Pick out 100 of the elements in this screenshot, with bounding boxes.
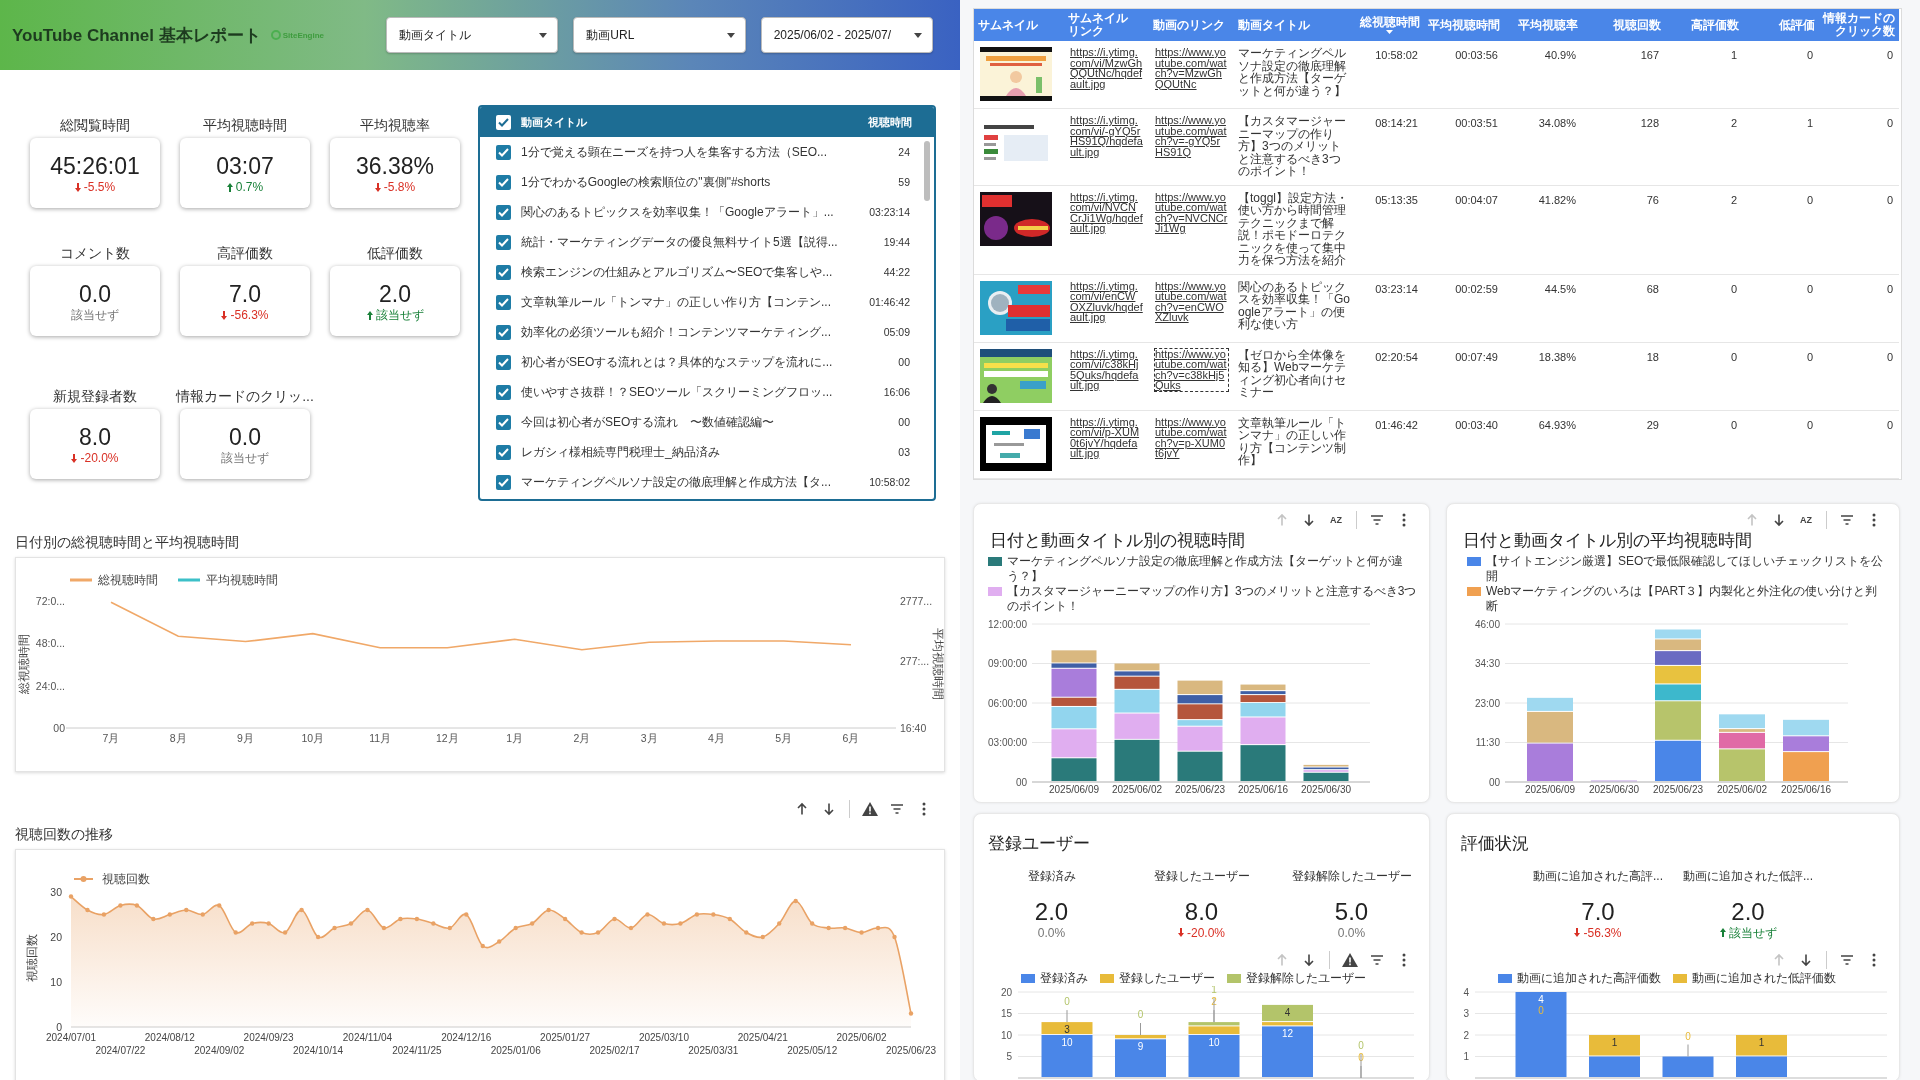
axis-label: 2025/06/30 [1588, 783, 1640, 795]
link[interactable]: https://i.ytimg.com/vi/MzwGhQQUtNc/hqdefault.jpg [1070, 47, 1143, 89]
data-point [200, 912, 205, 917]
link[interactable]: https://i.ytimg.com/vi/enCWOXZluvk/hqdefault.jpg [1070, 280, 1143, 323]
link[interactable]: https://www.youtube.com/watch?v=c38kHj5Quks [1155, 348, 1228, 391]
axis-label: 46:00 [1474, 618, 1500, 629]
checkbox[interactable] [496, 264, 511, 280]
column-header[interactable]: 情報カードのクリック数 [1819, 9, 1899, 41]
data-point [678, 921, 683, 926]
data-label: 1 [1211, 985, 1217, 995]
video-title[interactable]: 検索エンジンの仕組みとアルゴリズム〜SEOで集客しや... [521, 263, 884, 281]
checkbox[interactable] [496, 204, 511, 220]
data-label: 0 [1538, 1004, 1544, 1016]
video-title[interactable]: 今回は初心者がSEOする流れ 〜数値確認編〜 [521, 413, 899, 431]
data-label: 10 [1208, 1036, 1220, 1048]
table-cell: 68 [1582, 274, 1665, 342]
arrow-up-icon [1275, 512, 1289, 527]
link[interactable]: https://www.youtube.com/watch?v=NVCNCrJi1Wg [1155, 191, 1228, 234]
sort-button[interactable]: AZ [1795, 508, 1817, 531]
column-header[interactable]: 総視聴時間 [1354, 9, 1424, 41]
data-point [365, 907, 370, 913]
link[interactable]: https://www.youtube.com/watch?v=-gYQ5rHS91Q [1155, 115, 1228, 157]
data-point [842, 925, 848, 931]
arrow-up-icon [1719, 928, 1726, 937]
watch-time: 00 [898, 416, 910, 428]
axis-label: 34:30 [1474, 657, 1500, 669]
column-header[interactable]: 視聴回数 [1582, 9, 1665, 41]
video-title[interactable]: 使いやすさ抜群！？SEOツール「スクリーミングフロッ... [521, 383, 884, 401]
logo-icon [270, 30, 281, 40]
link[interactable]: https://i.ytimg.com/vi/c38kHj5Quks/hqdefault.jpg [1070, 348, 1143, 391]
axis-label: 2024/09/02 [194, 1045, 245, 1056]
scorecard-label: 登録したユーザー [1153, 867, 1250, 884]
data-point [892, 934, 897, 940]
checkbox[interactable] [496, 354, 511, 370]
axis-label: 2025/01/27 [540, 1032, 591, 1043]
scrollbar[interactable] [924, 141, 930, 201]
video-title[interactable]: 効率化の必須ツールも紹介！コンテンツマーケティング... [521, 323, 884, 341]
link[interactable]: https://www.youtube.com/watch?v=MzwGhQQUtNc [1155, 47, 1228, 89]
axis-label: 12:00:00 [988, 618, 1027, 629]
checkbox[interactable] [496, 444, 511, 460]
video-title[interactable]: マーケティングペルソナ設定の徹底理解と作成方法【タ... [521, 473, 870, 491]
link[interactable]: https://i.ytimg.com/vi/-gYQ5rHS91Q/hqdefault.jpg [1070, 115, 1143, 157]
column-header[interactable]: 低評価 [1743, 9, 1819, 41]
column-header[interactable]: サムネイル [974, 9, 1064, 41]
video-title[interactable]: 関心のあるトピックスを効率収集！「Googleアラート」... [521, 203, 870, 221]
sort-button[interactable]: AZ [1325, 508, 1347, 531]
checkbox[interactable] [496, 174, 511, 190]
video-title[interactable]: 初心者がSEOする流れとは？具体的なステップを流れに... [521, 353, 899, 371]
checkbox[interactable] [496, 294, 511, 310]
logo-text: SiteEngine [282, 30, 325, 40]
table-cell: 18.38% [1504, 342, 1582, 410]
checkbox[interactable] [496, 114, 511, 130]
change-value: 該当せず [1728, 925, 1777, 940]
axis-label: 2025/04/21 [737, 1032, 788, 1043]
axis-label: 2025/05/12 [787, 1045, 838, 1056]
table-cell: 00:03:40 [1424, 410, 1504, 478]
table-cell: 0 [1743, 342, 1819, 410]
axis-label: 1 [1463, 1050, 1469, 1062]
axis-label: 2024/11/25 [392, 1045, 442, 1056]
checkbox[interactable] [496, 414, 511, 430]
scorecard-value: 8.0 [79, 423, 111, 451]
dropdown[interactable]: 動画タイトル [386, 17, 559, 53]
legend-item: 登録したユーザー [1100, 971, 1215, 986]
dropdown[interactable]: 2025/06/02 - 2025/07/ [760, 17, 933, 53]
column-header[interactable]: 平均視聴率 [1504, 9, 1582, 41]
scorecard-label: 動画に追加された高評... [1533, 867, 1663, 884]
column-header[interactable]: サムネイルリンク [1064, 9, 1149, 41]
table-cell: 05:13:35 [1354, 185, 1424, 274]
checkbox[interactable] [496, 144, 511, 160]
link[interactable]: https://i.ytimg.com/vi/NVCNCrJi1Wg/hqdefault.jpg [1070, 191, 1143, 234]
video-title[interactable]: レガシィ様相続専門税理士_納品済み [521, 443, 899, 461]
video-title[interactable]: 1分で覚える顕在ニーズを持つ人を集客する方法（SEO... [521, 143, 899, 161]
link[interactable]: https://i.ytimg.com/vi/p-XUM0t6jvY/hqdefault.jpg [1070, 416, 1143, 459]
column-header[interactable]: 平均視聴時間 [1424, 9, 1504, 41]
dropdown[interactable]: 動画URL [573, 17, 746, 53]
column-header[interactable]: 動画タイトル [1234, 9, 1354, 41]
link[interactable]: https://www.youtube.com/watch?v=p-XUM0t6jvY [1155, 416, 1228, 459]
video-title[interactable]: 統計・マーケティングデータの優良無料サイト5選【説得... [521, 233, 884, 251]
video-title[interactable]: 1分でわかるGoogleの検索順位の"裏側"#shorts [521, 173, 899, 191]
data-point [348, 921, 354, 926]
checkbox[interactable] [496, 474, 511, 490]
checkbox[interactable] [496, 384, 511, 400]
table-cell: 08:14:21 [1354, 108, 1424, 185]
data-point [398, 916, 403, 922]
video-title[interactable]: 文章執筆ルール「トンマナ」の正しい作り方【コンテン... [521, 293, 870, 311]
caret-icon [539, 32, 548, 38]
watch-time: 16:06 [883, 386, 910, 398]
arrow-down-icon [1302, 952, 1316, 967]
table-cell: 2 [1665, 108, 1743, 185]
arrow-up-icon [1275, 952, 1289, 967]
axis-label: 3月 [640, 732, 658, 744]
column-header[interactable]: 高評価数 [1665, 9, 1743, 41]
checkbox[interactable] [496, 234, 511, 250]
checkbox[interactable] [496, 324, 511, 340]
data-label: 2 [1211, 995, 1217, 1007]
column-header[interactable]: 動画のリンク [1149, 9, 1234, 41]
data-point [332, 925, 337, 931]
link[interactable]: https://www.youtube.com/watch?v=enCWOXZluvk [1155, 280, 1228, 323]
watch-time: 19:44 [883, 236, 910, 248]
data-point [760, 934, 765, 940]
